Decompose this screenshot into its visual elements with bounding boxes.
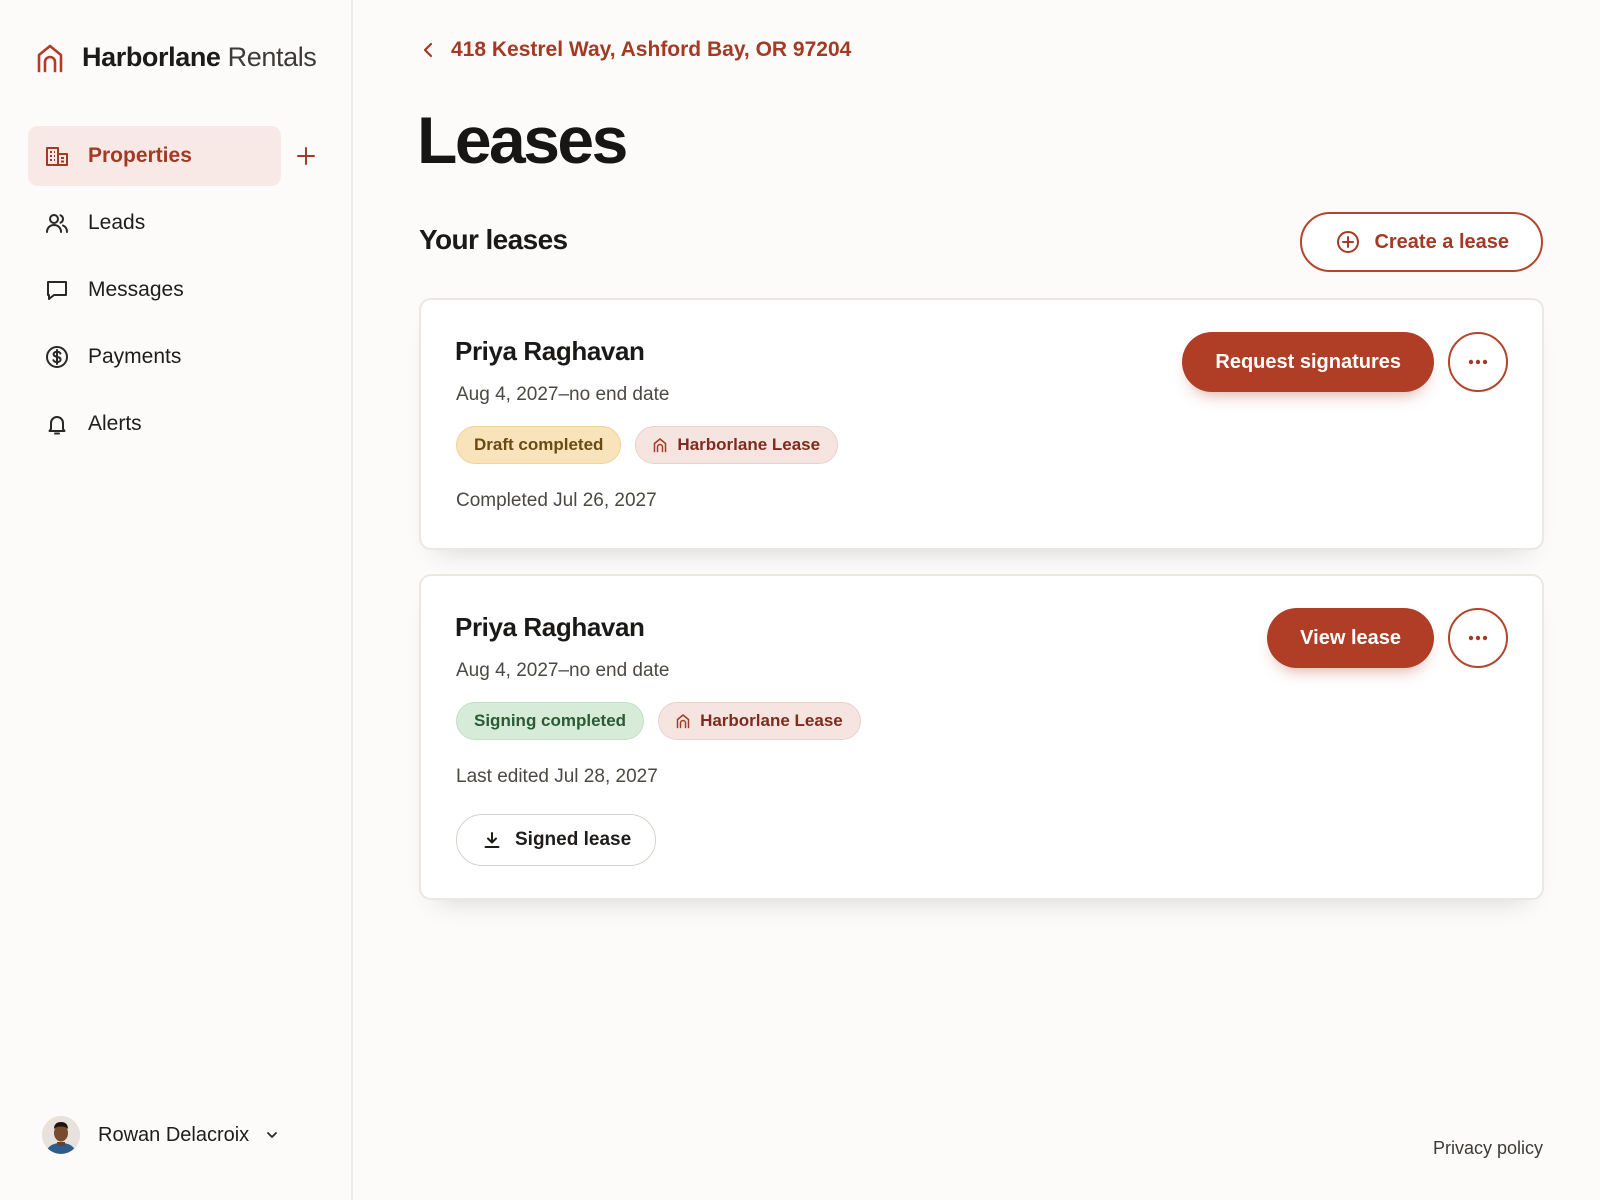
sidebar-item-alerts[interactable]: Alerts (28, 394, 318, 454)
tenant-name: Priya Raghavan (455, 336, 645, 366)
users-icon (44, 210, 70, 236)
house-arch-icon (36, 43, 64, 73)
plus-icon (297, 147, 315, 165)
more-options-button[interactable] (1448, 332, 1508, 392)
sidebar-item-label: Leads (88, 211, 146, 234)
brand-name: Harborlane Rentals (82, 42, 317, 72)
ellipsis-icon (1468, 635, 1488, 641)
section-title: Your leases (419, 224, 568, 255)
user-menu[interactable]: Rowan Delacroix (42, 1116, 279, 1154)
breadcrumb-label: 418 Kestrel Way, Ashford Bay, OR 97204 (451, 38, 852, 61)
chevron-down-icon (267, 1132, 278, 1138)
dollar-circle-icon (44, 344, 70, 370)
create-lease-label: Create a lease (1374, 230, 1509, 253)
lease-meta: Completed Jul 26, 2027 (456, 490, 657, 511)
user-name: Rowan Delacroix (98, 1123, 250, 1146)
ellipsis-icon (1468, 359, 1488, 365)
request-signatures-button[interactable]: Request signatures (1182, 332, 1434, 392)
sidebar-item-label: Properties (88, 144, 192, 167)
view-lease-button[interactable]: View lease (1267, 608, 1434, 668)
breadcrumb[interactable]: 418 Kestrel Way, Ashford Bay, OR 97204 (421, 38, 851, 62)
sidebar-item-properties[interactable]: Properties (28, 126, 315, 186)
sidebar-item-leads[interactable]: Leads (28, 193, 318, 253)
more-options-button[interactable] (1448, 608, 1508, 668)
plus-circle-icon (1337, 231, 1360, 253)
sidebar-item-label: Messages (88, 278, 184, 301)
house-arch-icon (676, 714, 690, 729)
chevron-left-icon (423, 42, 433, 58)
sidebar-item-label: Payments (88, 345, 182, 368)
lease-meta: Last edited Jul 28, 2027 (456, 766, 658, 787)
add-property-button[interactable] (290, 140, 322, 172)
status-badge: Signing completed (456, 702, 645, 740)
status-badge: Draft completed (456, 426, 622, 464)
sidebar: Harborlane Rentals Properties Leads Mess… (0, 0, 353, 1200)
chat-bubble-icon (44, 277, 70, 303)
download-signed-lease-button[interactable]: Signed lease (456, 814, 657, 866)
brand[interactable]: Harborlane Rentals (36, 42, 317, 73)
lease-card: Priya Raghavan Aug 4, 2027–no end date D… (419, 298, 1544, 550)
lease-card: Priya Raghavan Aug 4, 2027–no end date S… (419, 574, 1544, 900)
lease-dates: Aug 4, 2027–no end date (456, 384, 670, 405)
avatar (42, 1116, 80, 1154)
sidebar-item-payments[interactable]: Payments (28, 327, 318, 387)
page-title: Leases (417, 103, 628, 177)
sidebar-item-label: Alerts (88, 412, 142, 435)
house-arch-icon (654, 438, 667, 453)
building-icon (44, 143, 70, 169)
lease-tags: Draft completed Harborlane Lease (456, 426, 839, 464)
sidebar-item-messages[interactable]: Messages (28, 260, 318, 320)
privacy-policy-link[interactable]: Privacy policy (1433, 1138, 1543, 1159)
download-icon (484, 832, 500, 848)
tenant-name: Priya Raghavan (455, 612, 645, 642)
main-content: 418 Kestrel Way, Ashford Bay, OR 97204 L… (353, 0, 1600, 1200)
create-lease-button[interactable]: Create a lease (1300, 212, 1543, 272)
lease-template-badge: Harborlane Lease (658, 702, 861, 740)
lease-dates: Aug 4, 2027–no end date (456, 660, 670, 681)
lease-tags: Signing completed Harborlane Lease (456, 702, 861, 740)
sidebar-nav: Properties Leads Messages Payments Alert… (28, 126, 318, 461)
lease-template-badge: Harborlane Lease (635, 426, 839, 464)
bell-icon (44, 411, 70, 437)
